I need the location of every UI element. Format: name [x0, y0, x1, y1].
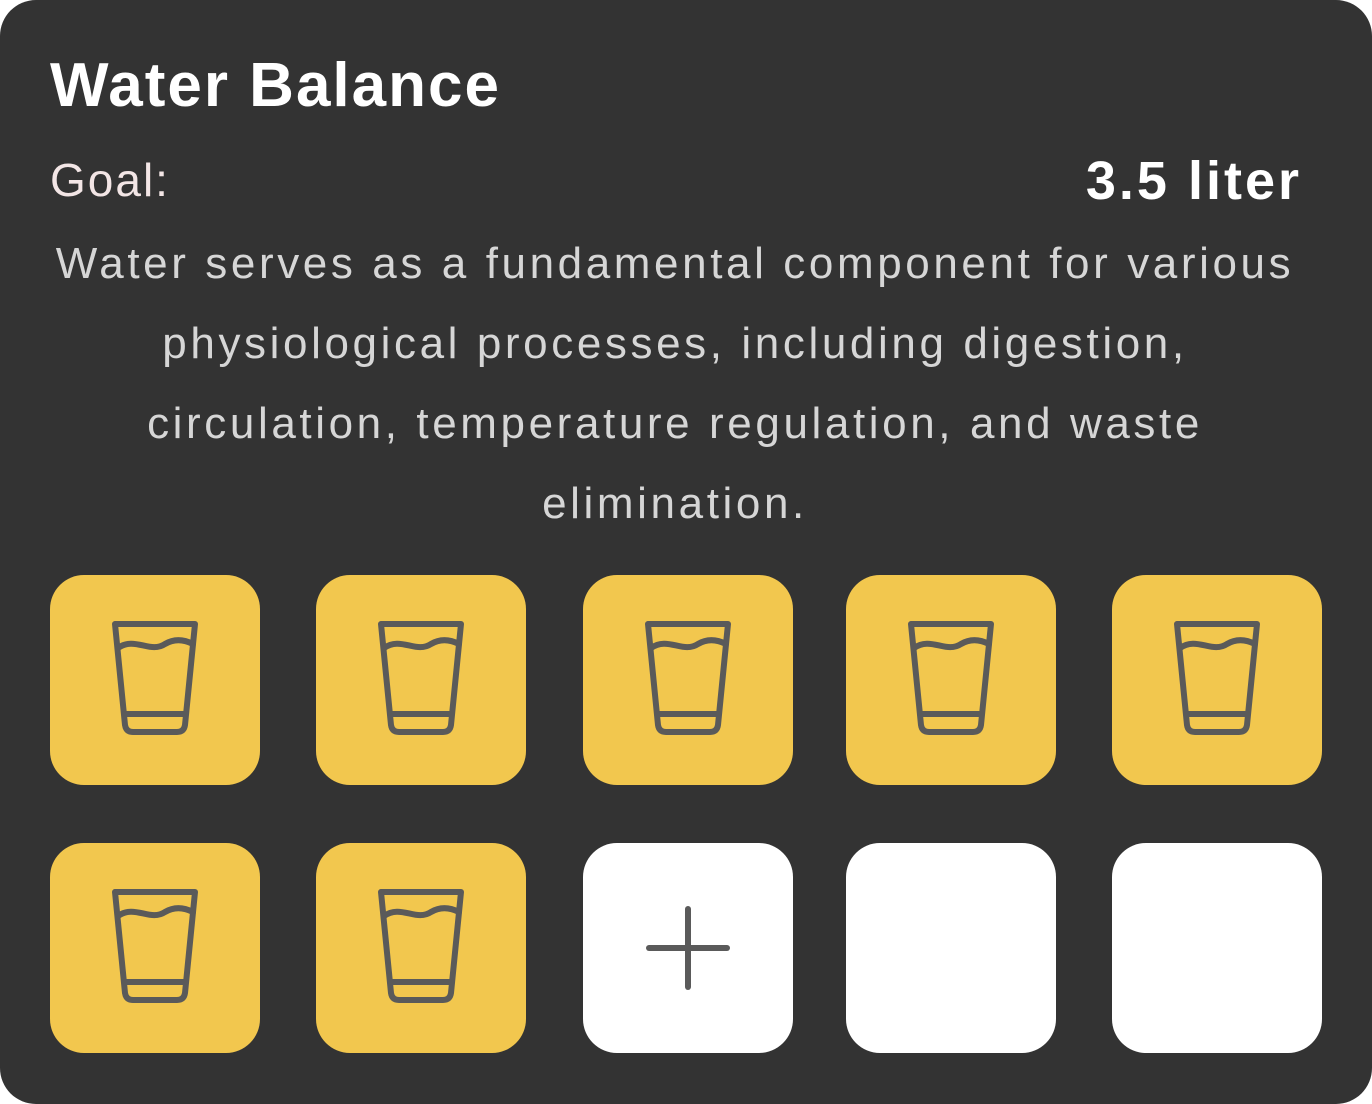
water-balance-card: Water Balance Goal: 3.5 liter Water serv… [0, 0, 1372, 1104]
water-glass-icon [110, 620, 200, 740]
goal-value: 3.5 liter [1085, 151, 1302, 211]
filled-glass-tile[interactable] [846, 575, 1056, 785]
water-glass-icon [110, 888, 200, 1008]
goal-label: Goal: [50, 154, 170, 206]
water-glass-icon [906, 620, 996, 740]
filled-glass-tile[interactable] [583, 575, 793, 785]
water-glass-icon [643, 620, 733, 740]
filled-glass-tile[interactable] [1112, 575, 1322, 785]
filled-glass-tile[interactable] [316, 575, 526, 785]
water-glass-icon [376, 888, 466, 1008]
empty-glass-tile[interactable] [846, 843, 1056, 1053]
description-text: Water serves as a fundamental component … [55, 239, 1295, 528]
empty-glass-tile[interactable] [1112, 843, 1322, 1053]
filled-glass-tile[interactable] [50, 843, 260, 1053]
filled-glass-tile[interactable] [316, 843, 526, 1053]
water-glass-icon [1172, 620, 1262, 740]
add-glass-button[interactable] [583, 843, 793, 1053]
water-glass-icon [376, 620, 466, 740]
filled-glass-tile[interactable] [50, 575, 260, 785]
card-title: Water Balance [50, 51, 501, 120]
plus-icon [645, 905, 731, 991]
